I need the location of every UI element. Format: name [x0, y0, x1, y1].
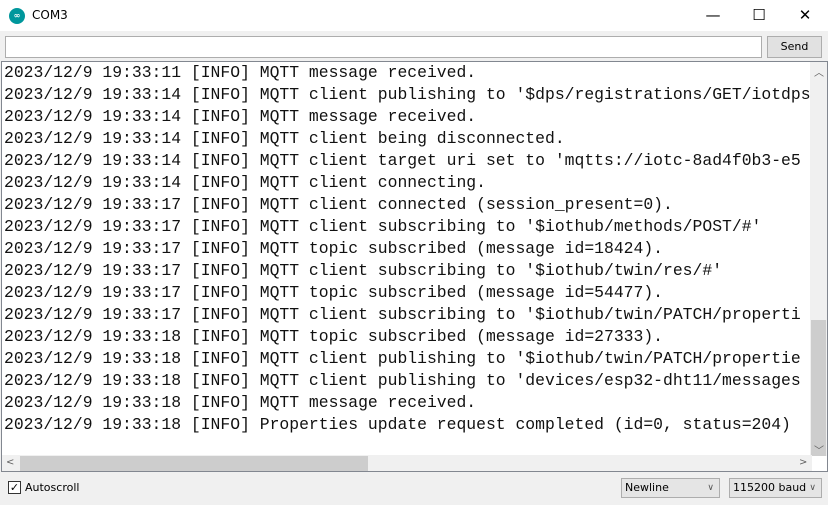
horizontal-scrollbar[interactable]: < >: [2, 455, 812, 471]
window-title: COM3: [32, 8, 68, 22]
horizontal-scroll-thumb[interactable]: [20, 456, 368, 471]
maximize-button[interactable]: ☐: [736, 0, 782, 31]
baud-rate-select[interactable]: 115200 baud ∨: [729, 478, 822, 498]
log-line: 2023/12/9 19:33:14 [INFO] MQTT client co…: [4, 173, 486, 192]
log-line: 2023/12/9 19:33:17 [INFO] MQTT client su…: [4, 217, 762, 236]
log-line: 2023/12/9 19:33:17 [INFO] MQTT topic sub…: [4, 239, 664, 258]
log-lines: 2023/12/9 19:33:11 [INFO] MQTT message r…: [4, 62, 812, 456]
send-button[interactable]: Send: [767, 36, 822, 58]
serial-output: 2023/12/9 19:33:11 [INFO] MQTT message r…: [1, 61, 828, 472]
autoscroll-label: Autoscroll: [25, 481, 80, 494]
log-line: 2023/12/9 19:33:17 [INFO] MQTT client su…: [4, 305, 801, 324]
log-line: 2023/12/9 19:33:14 [INFO] MQTT client pu…: [4, 85, 811, 104]
line-ending-value: Newline: [625, 481, 669, 494]
log-line: 2023/12/9 19:33:18 [INFO] MQTT topic sub…: [4, 327, 664, 346]
log-line: 2023/12/9 19:33:11 [INFO] MQTT message r…: [4, 63, 477, 82]
chevron-down-icon: ∨: [707, 483, 714, 493]
log-line: 2023/12/9 19:33:17 [INFO] MQTT client co…: [4, 195, 673, 214]
title-bar: ∞ COM3 — ☐ ✕: [0, 0, 828, 31]
scroll-left-icon[interactable]: <: [6, 457, 14, 468]
log-line: 2023/12/9 19:33:14 [INFO] MQTT client be…: [4, 129, 565, 148]
scroll-down-icon[interactable]: ﹀: [814, 442, 824, 457]
arduino-logo-icon: ∞: [9, 8, 25, 24]
line-ending-select[interactable]: Newline ∨: [621, 478, 720, 498]
autoscroll-checkbox[interactable]: ✓ Autoscroll: [8, 481, 79, 494]
scroll-right-icon[interactable]: >: [799, 457, 807, 468]
log-line: 2023/12/9 19:33:17 [INFO] MQTT topic sub…: [4, 283, 664, 302]
log-line: 2023/12/9 19:33:14 [INFO] MQTT client ta…: [4, 151, 801, 170]
vertical-scroll-thumb[interactable]: [811, 320, 826, 456]
log-line: 2023/12/9 19:33:14 [INFO] MQTT message r…: [4, 107, 477, 126]
scroll-up-icon[interactable]: ︿: [814, 64, 824, 79]
log-line: 2023/12/9 19:33:17 [INFO] MQTT client su…: [4, 261, 723, 280]
log-line: 2023/12/9 19:33:18 [INFO] Properties upd…: [4, 415, 791, 434]
vertical-scrollbar[interactable]: ︿ ﹀: [810, 62, 827, 457]
baud-rate-value: 115200 baud: [733, 481, 807, 494]
log-line: 2023/12/9 19:33:18 [INFO] MQTT client pu…: [4, 349, 801, 368]
checkbox-check-icon[interactable]: ✓: [8, 481, 21, 494]
chevron-down-icon: ∨: [809, 483, 816, 493]
minimize-button[interactable]: —: [690, 0, 736, 31]
log-line: 2023/12/9 19:33:18 [INFO] MQTT message r…: [4, 393, 477, 412]
serial-input[interactable]: [5, 36, 762, 58]
log-line: 2023/12/9 19:33:18 [INFO] MQTT client pu…: [4, 371, 801, 390]
close-button[interactable]: ✕: [782, 0, 828, 31]
